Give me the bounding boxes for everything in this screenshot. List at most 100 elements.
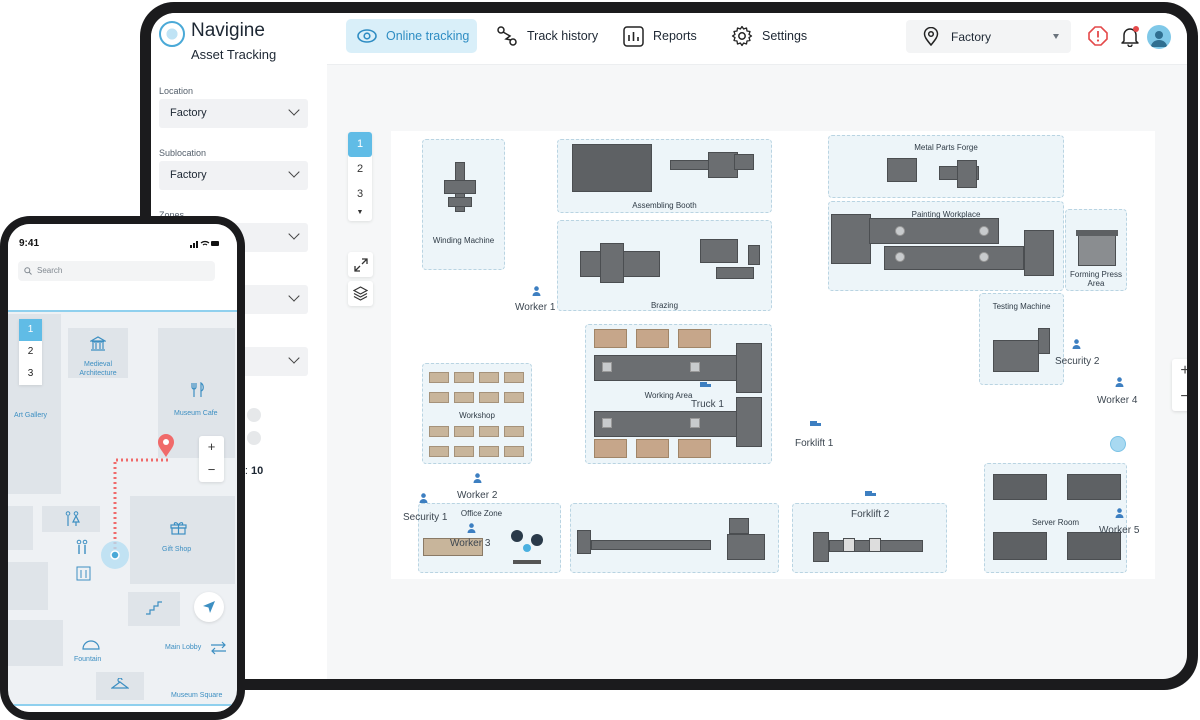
route-icon <box>497 26 517 46</box>
zone-testing-machine[interactable]: Testing Machine <box>979 293 1064 385</box>
place-label-fountain: Fountain <box>74 656 102 663</box>
toggle-knob[interactable] <box>247 431 261 445</box>
floor-button-3[interactable]: 3 <box>348 182 372 207</box>
bar-chart-icon <box>623 25 644 47</box>
map-zoom-control: + − <box>1172 359 1187 411</box>
eye-icon <box>357 29 377 43</box>
cutlery-icon <box>191 382 204 397</box>
sublocation-label: Sublocation <box>159 148 207 158</box>
location-select-value: Factory <box>170 107 207 119</box>
asset-label: Worker 5 <box>1099 525 1140 536</box>
zone-label: Painting Workplace <box>911 210 981 219</box>
user-avatar[interactable] <box>1147 25 1171 49</box>
beacon-marker[interactable] <box>1110 436 1126 452</box>
tab-settings[interactable]: Settings <box>720 19 807 53</box>
fountain-icon <box>82 640 100 650</box>
sublocation-select[interactable]: Factory <box>159 161 308 190</box>
tab-online-tracking[interactable]: Online tracking <box>346 19 477 53</box>
zone-assembling-booth[interactable]: Assembling Booth <box>557 139 772 213</box>
person-icon[interactable] <box>473 473 482 483</box>
toggle-knob[interactable] <box>247 408 261 422</box>
phone-floor-2[interactable]: 2 <box>19 341 42 363</box>
zone-metal-parts-forge[interactable]: Metal Parts Forge <box>828 135 1064 198</box>
zone-winding-machine[interactable]: Winding Machine <box>422 139 505 270</box>
alert-icon[interactable] <box>1087 25 1109 47</box>
expand-icon <box>353 257 368 272</box>
zone-label: Testing Machine <box>992 302 1051 311</box>
zone-production-line[interactable] <box>570 503 779 573</box>
fullscreen-button[interactable] <box>348 252 373 277</box>
forklift-icon[interactable] <box>865 490 876 498</box>
phone-search-input[interactable]: Search <box>18 261 215 281</box>
chevron-down-icon <box>288 166 300 178</box>
zone-painting-workplace[interactable]: Painting Workplace <box>828 201 1064 291</box>
app-subtitle: Asset Tracking <box>191 47 277 62</box>
person-icon[interactable] <box>419 493 428 503</box>
museum-icon <box>90 336 106 351</box>
tab-settings-label: Settings <box>762 29 808 43</box>
tab-track-history[interactable]: Track history <box>485 19 598 53</box>
asset-label: Security 1 <box>403 512 448 523</box>
zone-label: Winding Machine <box>432 236 495 245</box>
zone-working-area[interactable]: Working Area <box>585 324 772 464</box>
zone-brazing[interactable]: Brazing <box>557 220 772 311</box>
zone-label: Metal Parts Forge <box>914 143 978 152</box>
person-icon[interactable] <box>1115 377 1124 387</box>
zone-label: Workshop <box>459 411 495 420</box>
phone-floor-1[interactable]: 1 <box>19 319 42 341</box>
person-icon[interactable] <box>467 523 476 533</box>
zone-server-room[interactable]: Server Room <box>984 463 1127 573</box>
chevron-down-icon <box>288 352 300 364</box>
app-logo: Navigine <box>159 21 265 47</box>
phone-zoom-out-button[interactable]: − <box>199 459 224 482</box>
phone-floor-3[interactable]: 3 <box>19 363 42 385</box>
location-dropdown[interactable]: Factory <box>906 20 1071 53</box>
person-icon[interactable] <box>1072 339 1081 349</box>
person-icon[interactable] <box>532 286 541 296</box>
zone-label: Assembling Booth <box>632 201 697 210</box>
navigine-logo-icon <box>159 21 185 47</box>
zone-label: Brazing <box>650 301 679 310</box>
asset-label: Worker 2 <box>457 490 498 501</box>
floor-more-icon[interactable]: ▼ <box>348 207 372 221</box>
place-label-museum-square: Museum Square <box>171 692 223 699</box>
person-icon[interactable] <box>1115 508 1124 518</box>
phone-floor-selector: 1 2 3 <box>19 319 42 385</box>
phone-zoom-control: + − <box>199 436 224 482</box>
locate-me-button[interactable] <box>194 592 224 622</box>
hanger-icon <box>111 678 129 689</box>
asset-label: Truck 1 <box>691 399 724 410</box>
zone-forming-press[interactable]: Forming Press Area <box>1065 209 1127 291</box>
floor-button-1[interactable]: 1 <box>348 132 372 157</box>
chevron-down-icon <box>288 290 300 302</box>
elevator-icon <box>76 566 91 581</box>
truck-icon[interactable] <box>700 381 711 389</box>
top-navigation: Online tracking Track history Reports Se… <box>327 13 1187 65</box>
floor-button-2[interactable]: 2 <box>348 157 372 182</box>
navigation-arrow-icon <box>203 601 215 613</box>
asset-label: Worker 3 <box>450 538 491 549</box>
floor-count-value: 10 <box>251 465 264 477</box>
zoom-out-button[interactable]: − <box>1172 385 1187 411</box>
asset-label: Worker 1 <box>515 302 556 313</box>
place-label-gift-shop: Gift Shop <box>162 546 192 553</box>
phone-bottom-bar <box>8 704 237 712</box>
tab-reports[interactable]: Reports <box>612 19 697 53</box>
layers-button[interactable] <box>348 281 373 306</box>
forklift-icon[interactable] <box>810 420 821 428</box>
chevron-down-icon <box>288 228 300 240</box>
status-time: 9:41 <box>19 238 40 249</box>
search-icon <box>24 267 32 275</box>
zoom-in-button[interactable]: + <box>1172 359 1187 385</box>
caret-down-icon <box>1053 34 1059 39</box>
phone-zoom-in-button[interactable]: + <box>199 436 224 459</box>
place-label-main-lobby: Main Lobby <box>165 644 202 651</box>
bell-icon[interactable] <box>1119 25 1141 47</box>
location-select[interactable]: Factory <box>159 99 308 128</box>
factory-map[interactable]: Winding Machine Assembling Booth Metal P… <box>391 131 1155 579</box>
restroom-icon <box>65 511 80 526</box>
zone-workshop[interactable]: Workshop <box>422 363 532 464</box>
tab-track-history-label: Track history <box>527 29 599 43</box>
gift-icon <box>170 522 187 535</box>
tab-reports-label: Reports <box>653 29 697 43</box>
